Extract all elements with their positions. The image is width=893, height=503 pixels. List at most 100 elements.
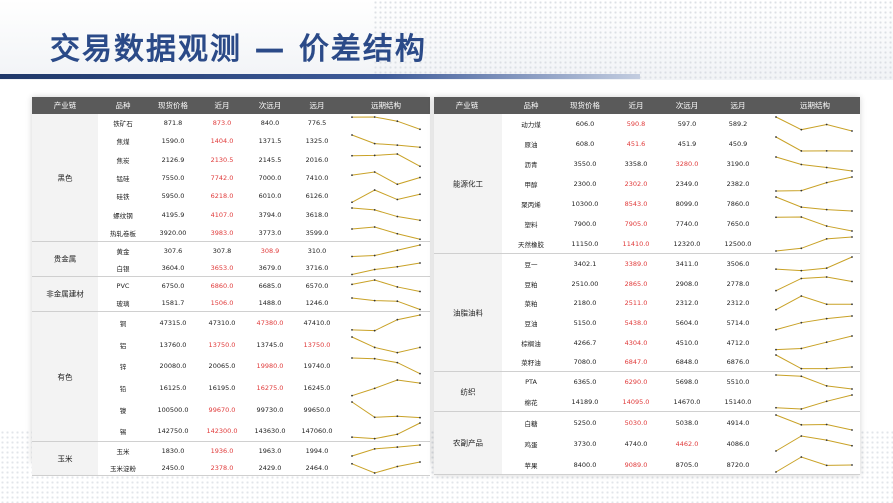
right-table-header: 产业链 品种 现货价格 近月 次远月 远月 远期结构 xyxy=(434,97,860,114)
next-far-month-cell: 8099.0 xyxy=(675,200,699,208)
far-month-cell: 5714.0 xyxy=(726,318,750,327)
sparkline-path xyxy=(351,171,421,185)
spot-price-cell: 4266.7 xyxy=(573,338,597,347)
forward-curve-sparkline xyxy=(351,170,421,186)
far-month-cell: 3716.0 xyxy=(305,264,329,273)
forward-curve-sparkline xyxy=(351,279,421,293)
spot-price-cell: 14189.0 xyxy=(571,398,599,406)
sparkline-point xyxy=(373,299,376,301)
industry-group-cell: 纺织 xyxy=(434,372,502,412)
far-month-cell: 2312.0 xyxy=(726,299,750,308)
sparkline-point xyxy=(396,351,399,354)
sparkline-point xyxy=(775,190,777,192)
near-month-cell: 99670.0 xyxy=(208,405,236,414)
far-month-cell: 47410.0 xyxy=(303,318,331,327)
near-month-cell: 307.8 xyxy=(212,246,232,255)
far-month-cell: 450.9 xyxy=(728,140,748,148)
forward-curve-sparkline xyxy=(775,354,853,370)
near-month-cell: 6218.0 xyxy=(210,192,234,201)
next-far-month-cell: 7000.0 xyxy=(258,174,282,182)
sparkline-point xyxy=(775,116,777,118)
forward-curve-sparkline xyxy=(775,456,853,473)
left-table-header: 产业链 品种 现货价格 近月 次远月 远月 远期结构 xyxy=(32,97,430,114)
spot-price-cell: 11150.0 xyxy=(571,240,599,248)
product-cell: 原油 xyxy=(524,141,538,149)
sparkline-point xyxy=(825,225,828,227)
sparkline-point xyxy=(373,416,376,418)
sparkline-path xyxy=(775,156,853,172)
sparkline-point xyxy=(396,299,399,302)
forward-curve-sparkline xyxy=(351,444,421,457)
col-header-spot: 现货价格 xyxy=(570,101,600,110)
sparkline-path xyxy=(775,295,852,311)
spot-price-cell: 2510.00 xyxy=(571,279,599,288)
sparkline-path xyxy=(351,279,421,292)
sparkline-point xyxy=(396,216,399,218)
sparkline-point xyxy=(351,227,353,230)
next-far-month-cell: 6685.0 xyxy=(258,281,282,290)
far-month-cell: 147060.0 xyxy=(301,427,333,436)
product-cell: 黄金 xyxy=(116,247,130,256)
sparkline-path xyxy=(775,216,853,232)
next-far-month-cell: 3280.0 xyxy=(675,160,699,168)
near-month-cell: 11410.0 xyxy=(622,240,650,248)
forward-curve-sparkline xyxy=(775,236,853,252)
product-cell: 锰硅 xyxy=(116,175,130,183)
sparkline-path xyxy=(351,226,421,240)
sparkline-point xyxy=(396,318,399,321)
industry-group-cell: 能源化工 xyxy=(434,114,502,254)
sparkline-point xyxy=(373,279,376,281)
sparkline-point xyxy=(851,130,853,132)
sparkline-point xyxy=(373,209,376,212)
sparkline-point xyxy=(851,394,853,396)
industry-group-cell: 玉米 xyxy=(32,442,98,476)
sparkline-point xyxy=(351,394,353,397)
sparkline-point xyxy=(419,346,421,349)
sparkline-point xyxy=(825,340,828,343)
far-month-cell: 7860.0 xyxy=(726,200,750,208)
sparkline-point xyxy=(351,273,353,275)
next-far-month-cell: 3411.0 xyxy=(675,259,699,268)
industry-group-label: 贵金属 xyxy=(53,254,77,264)
near-month-cell: 3358.0 xyxy=(624,160,648,168)
near-month-cell: 590.8 xyxy=(626,120,646,128)
industry-group-cell: 黑色 xyxy=(32,114,98,242)
industry-group-label: 玉米 xyxy=(57,454,73,463)
sparkline-point xyxy=(419,422,421,425)
sparkline-point xyxy=(825,385,828,387)
sparkline-point xyxy=(775,406,777,409)
next-far-month-cell: 99730.0 xyxy=(256,405,284,414)
sparkline-point xyxy=(396,152,399,155)
sparkline-point xyxy=(373,472,376,474)
sparkline-point xyxy=(825,275,828,278)
forward-curve-sparkline xyxy=(775,176,853,192)
far-month-cell: 589.2 xyxy=(728,120,748,128)
sparkline-path xyxy=(351,444,421,457)
spot-price-cell: 3920.00 xyxy=(159,228,187,237)
sparkline-point xyxy=(800,375,803,378)
industry-group-label: 纺织 xyxy=(460,387,476,396)
sparkline-point xyxy=(800,408,803,410)
far-month-cell: 7410.0 xyxy=(305,174,329,182)
next-far-month-cell: 4510.0 xyxy=(675,338,699,347)
industry-group-cell: 农副产品 xyxy=(434,412,502,475)
sparkline-point xyxy=(351,174,353,176)
product-cell: 苹果 xyxy=(524,461,538,470)
industry-group-label: 黑色 xyxy=(57,173,73,182)
forward-curve-sparkline xyxy=(351,314,421,332)
sparkline-point xyxy=(396,362,399,364)
far-month-cell: 2382.0 xyxy=(726,180,750,188)
near-month-cell: 7742.0 xyxy=(210,174,234,182)
next-far-month-cell: 2429.0 xyxy=(258,463,282,472)
sparkline-point xyxy=(351,400,353,403)
sparkline-path xyxy=(351,461,421,474)
forward-curve-sparkline xyxy=(775,136,853,152)
sparkline-point xyxy=(419,373,421,375)
next-far-month-cell: 1488.0 xyxy=(258,299,282,308)
sparkline-point xyxy=(800,206,803,208)
forward-curve-sparkline xyxy=(775,156,853,172)
far-month-cell: 12500.0 xyxy=(724,240,752,248)
sparkline-point xyxy=(800,150,803,152)
spot-price-cell: 606.0 xyxy=(575,120,595,128)
sparkline-point xyxy=(851,176,853,178)
